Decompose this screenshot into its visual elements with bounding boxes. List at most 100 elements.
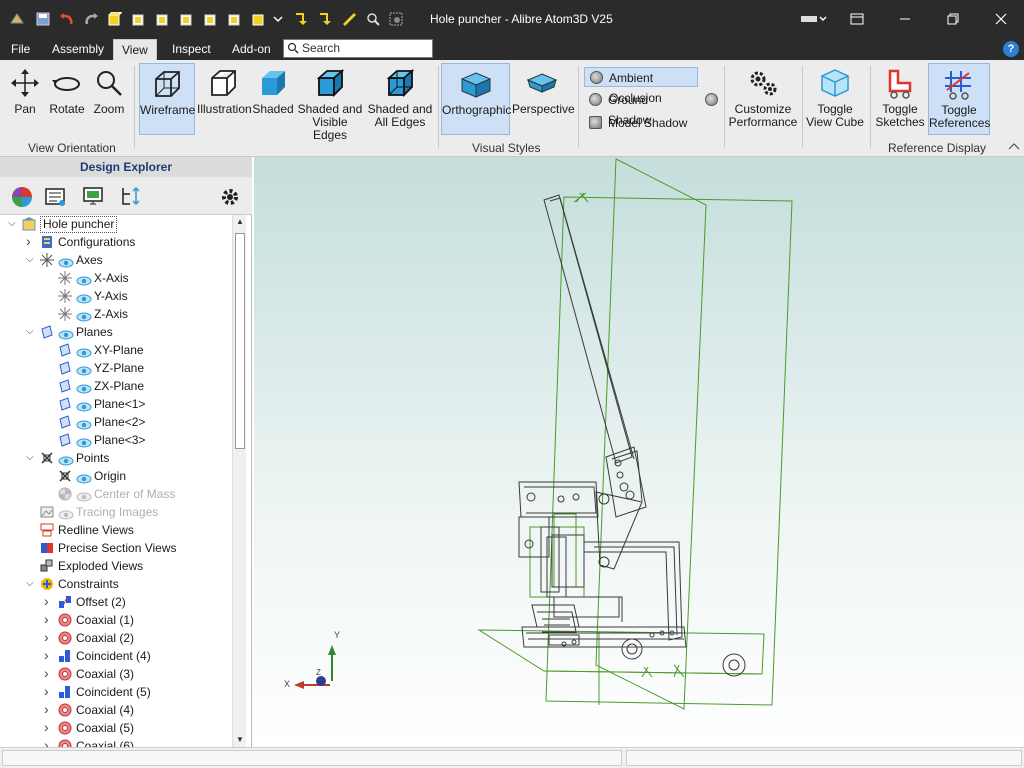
measure-icon[interactable] <box>340 10 358 28</box>
tree-item[interactable]: ⌵ Hole puncher <box>0 215 232 233</box>
shaded-visible-edges-button[interactable]: Shaded and Visible Edges <box>296 63 364 142</box>
toggle-view-cube-button[interactable]: Toggle View Cube <box>806 63 864 135</box>
model-shadow-toggle[interactable]: Model Shadow <box>584 113 694 133</box>
tree-item[interactable]: › Offset (2) <box>0 593 232 611</box>
minimize-button[interactable] <box>882 0 928 38</box>
expand-arrow-icon[interactable]: › <box>44 646 54 664</box>
expand-arrow-icon[interactable]: › <box>44 718 54 736</box>
pan-button[interactable]: Pan <box>6 63 44 135</box>
zoom-button[interactable]: Zoom <box>90 63 128 135</box>
menu-addon[interactable]: Add-on <box>232 38 271 60</box>
collapse-arrow-icon[interactable]: ⌵ <box>8 215 18 233</box>
expand-arrow-icon[interactable]: › <box>44 628 54 646</box>
rotate-button[interactable]: Rotate <box>48 63 86 135</box>
properties-list-icon[interactable] <box>44 185 68 209</box>
ground-shadow-toggle[interactable]: Ground Shadow <box>584 90 694 127</box>
view-bottom-icon[interactable] <box>226 10 244 28</box>
tree-item[interactable]: Redline Views <box>0 521 232 539</box>
tree-item[interactable]: › Configurations <box>0 233 232 251</box>
customize-performance-button[interactable]: Customize Performance <box>728 63 798 135</box>
tree-item[interactable]: Z-Axis <box>0 305 232 323</box>
tree-item[interactable]: Precise Section Views <box>0 539 232 557</box>
maximize-button[interactable] <box>930 0 976 38</box>
view-iso-icon[interactable] <box>106 10 124 28</box>
explorer-scrollbar[interactable]: ▲ ▼ <box>232 215 246 747</box>
expand-arrow-icon[interactable]: › <box>44 736 54 747</box>
help-icon[interactable]: ? <box>1003 41 1019 57</box>
expand-arrow-icon[interactable]: › <box>44 592 54 610</box>
expand-arrow-icon[interactable]: › <box>44 610 54 628</box>
collapse-arrow-icon[interactable]: ⌵ <box>26 449 36 467</box>
tree-item[interactable]: ZX-Plane <box>0 377 232 395</box>
move-down-icon[interactable] <box>292 10 310 28</box>
scroll-down-icon[interactable]: ▼ <box>233 733 247 747</box>
view-back-icon[interactable] <box>202 10 220 28</box>
orthographic-button[interactable]: Orthographic <box>441 63 511 135</box>
wireframe-button[interactable]: Wireframe <box>139 63 195 135</box>
restore-layout-icon[interactable] <box>834 0 880 38</box>
view-left-icon[interactable] <box>250 10 268 28</box>
tree-item[interactable]: › Coincident (5) <box>0 683 232 701</box>
expand-arrow-icon[interactable]: › <box>44 700 54 718</box>
collapse-ribbon-icon[interactable] <box>1008 140 1022 152</box>
menu-file[interactable]: File <box>11 38 30 60</box>
tree-item[interactable]: Plane<2> <box>0 413 232 431</box>
tree-item[interactable]: ⌵ Points <box>0 449 232 467</box>
tree-item[interactable]: Plane<1> <box>0 395 232 413</box>
quick-access-dropdown-icon[interactable] <box>272 10 284 28</box>
explorer-settings-icon[interactable] <box>218 185 242 209</box>
tree-item[interactable]: Plane<3> <box>0 431 232 449</box>
expand-arrow-icon[interactable]: › <box>44 682 54 700</box>
scroll-up-icon[interactable]: ▲ <box>233 215 247 229</box>
collapse-arrow-icon[interactable]: ⌵ <box>26 251 36 269</box>
tree-item[interactable]: ⌵ Constraints <box>0 575 232 593</box>
tree-item[interactable]: › Coincident (4) <box>0 647 232 665</box>
shaded-button[interactable]: Shaded <box>252 63 294 135</box>
perspective-button[interactable]: Perspective <box>512 63 575 135</box>
tree-item[interactable]: YZ-Plane <box>0 359 232 377</box>
collapse-arrow-icon[interactable]: ⌵ <box>26 323 36 341</box>
color-wheel-icon[interactable] <box>10 185 34 209</box>
view-front-icon[interactable] <box>130 10 148 28</box>
tree-item[interactable]: › Coaxial (3) <box>0 665 232 683</box>
search-input[interactable]: Search <box>283 39 433 58</box>
tree-item[interactable]: › Coaxial (6) <box>0 737 232 747</box>
toggle-sketches-button[interactable]: Toggle Sketches <box>874 63 926 135</box>
tree-item[interactable]: › Coaxial (1) <box>0 611 232 629</box>
display-settings-icon[interactable] <box>800 10 828 28</box>
illustration-button[interactable]: Illustration <box>197 63 252 135</box>
ambient-occlusion-toggle[interactable]: Ambient Occlusion <box>584 67 698 105</box>
inspect-zoom-icon[interactable] <box>364 10 382 28</box>
view-top-icon[interactable] <box>154 10 172 28</box>
shaded-all-edges-button[interactable]: Shaded and All Edges <box>367 63 433 135</box>
tree-item[interactable]: Exploded Views <box>0 557 232 575</box>
select-tool-icon[interactable] <box>388 10 406 28</box>
tree-item[interactable]: Origin <box>0 467 232 485</box>
collapse-arrow-icon[interactable]: ⌵ <box>26 575 36 593</box>
app-logo-icon[interactable] <box>8 10 26 28</box>
expand-arrow-icon[interactable]: › <box>44 664 54 682</box>
close-button[interactable] <box>978 0 1024 38</box>
3d-viewport[interactable]: Y X Z <box>254 157 1024 747</box>
redo-icon[interactable] <box>82 10 100 28</box>
tree-item[interactable]: XY-Plane <box>0 341 232 359</box>
tree-item[interactable]: Center of Mass <box>0 485 232 503</box>
expand-arrow-icon[interactable]: › <box>26 232 36 250</box>
tree-item[interactable]: › Coaxial (2) <box>0 629 232 647</box>
toggle-references-button[interactable]: Toggle References <box>928 63 990 135</box>
undo-icon[interactable] <box>58 10 76 28</box>
tree-item[interactable]: › Coaxial (4) <box>0 701 232 719</box>
tree-item[interactable]: Y-Axis <box>0 287 232 305</box>
screen-views-icon[interactable] <box>82 185 106 209</box>
tree-item[interactable]: ⌵ Planes <box>0 323 232 341</box>
view-right-icon[interactable] <box>178 10 196 28</box>
tree-item[interactable]: › Coaxial (5) <box>0 719 232 737</box>
menu-assembly[interactable]: Assembly <box>52 38 104 60</box>
move-right-icon[interactable] <box>316 10 334 28</box>
tree-item[interactable]: Tracing Images <box>0 503 232 521</box>
save-icon[interactable] <box>34 10 52 28</box>
tree-item[interactable]: ⌵ Axes <box>0 251 232 269</box>
menu-view[interactable]: View <box>113 39 157 60</box>
menu-inspect[interactable]: Inspect <box>172 38 211 60</box>
tree-structure-icon[interactable] <box>118 185 142 209</box>
